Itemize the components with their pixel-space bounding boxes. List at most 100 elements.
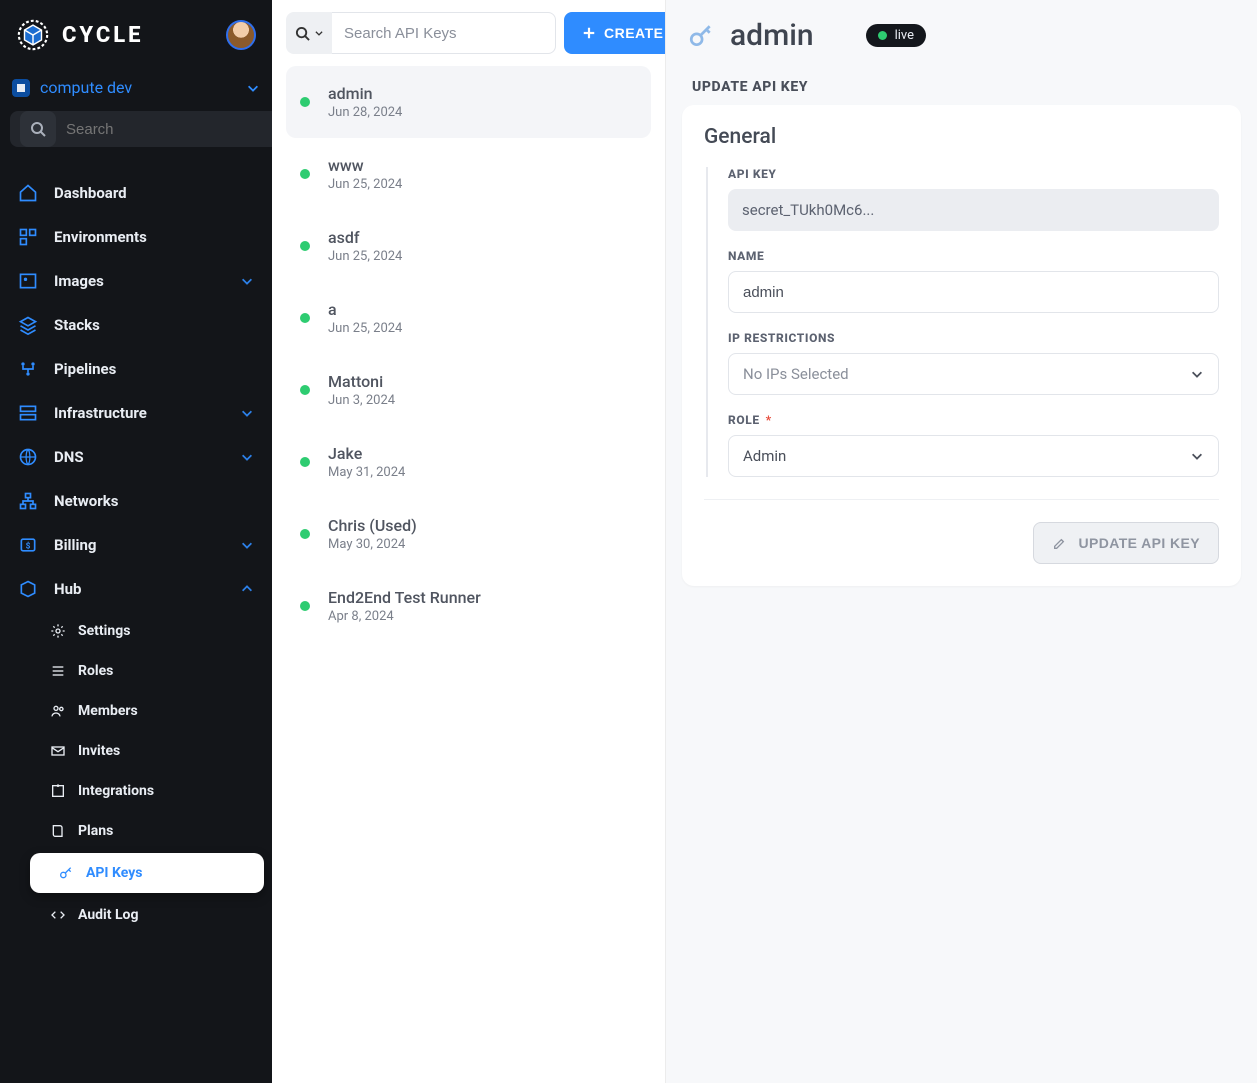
status-dot-icon	[300, 529, 310, 539]
detail-title: admin	[730, 18, 814, 53]
sub-integrations[interactable]: Integrations	[22, 771, 272, 811]
key-icon	[688, 23, 714, 49]
api-key-name: Jake	[328, 444, 405, 463]
sub-roles-label: Roles	[78, 663, 113, 679]
nav-stacks[interactable]: Stacks	[0, 303, 272, 347]
nav-stacks-label: Stacks	[54, 316, 254, 334]
api-key-row[interactable]: adminJun 28, 2024	[286, 66, 651, 138]
api-key-name: a	[328, 300, 402, 319]
user-avatar[interactable]	[226, 20, 256, 50]
api-key-row[interactable]: a Jun 25, 2024	[286, 282, 651, 354]
nav-dashboard[interactable]: Dashboard	[0, 171, 272, 215]
label-api-key: API KEY	[728, 167, 1219, 181]
nav-dns-label: DNS	[54, 448, 224, 466]
field-api-key: API KEY secret_TUkh0Mc6...	[728, 167, 1219, 231]
create-button[interactable]: CREATE	[564, 12, 666, 54]
status-dot-icon	[300, 241, 310, 251]
server-icon	[18, 403, 38, 423]
nav-infrastructure[interactable]: Infrastructure	[0, 391, 272, 435]
status-dot-icon	[300, 97, 310, 107]
list-search-input[interactable]	[332, 12, 556, 54]
hub-selector-left: compute dev	[12, 78, 132, 97]
sub-audit-log-label: Audit Log	[78, 907, 138, 923]
api-key-row[interactable]: asdf Jun 25, 2024	[286, 210, 651, 282]
nav-billing[interactable]: $ Billing	[0, 523, 272, 567]
detail-header: admin live	[666, 0, 1257, 59]
api-key-value[interactable]: secret_TUkh0Mc6...	[728, 189, 1219, 231]
update-button[interactable]: UPDATE API KEY	[1033, 522, 1219, 564]
chevron-down-icon	[1190, 449, 1204, 463]
nav-images-label: Images	[54, 272, 224, 290]
sub-invites-label: Invites	[78, 743, 120, 759]
nav-environments[interactable]: Environments	[0, 215, 272, 259]
api-key-row[interactable]: End2End Test Runner Apr 8, 2024	[286, 570, 651, 642]
api-key-row[interactable]: Chris (Used)May 30, 2024	[286, 498, 651, 570]
general-heading: General	[704, 125, 1219, 149]
status-dot-icon	[300, 457, 310, 467]
api-key-texts: Chris (Used)May 30, 2024	[328, 516, 417, 552]
main-nav: Dashboard Environments Images Stacks Pip…	[0, 165, 272, 955]
api-key-name: End2End Test Runner	[328, 588, 481, 607]
filter-button[interactable]	[286, 12, 332, 54]
nav-images[interactable]: Images	[0, 259, 272, 303]
detail-panel: admin live UPDATE API KEY General API KE…	[666, 0, 1257, 1083]
sub-settings[interactable]: Settings	[22, 611, 272, 651]
sub-api-keys-label: API Keys	[86, 865, 142, 881]
mail-icon	[50, 743, 66, 759]
field-name: NAME	[728, 249, 1219, 313]
sidebar-search-input[interactable]	[66, 121, 265, 138]
nav-networks[interactable]: Networks	[0, 479, 272, 523]
code-icon	[50, 907, 66, 923]
sub-invites[interactable]: Invites	[22, 731, 272, 771]
role-select[interactable]: Admin	[728, 435, 1219, 477]
hub-name: compute dev	[40, 78, 132, 97]
chevron-down-icon	[240, 274, 254, 288]
nav-hub[interactable]: Hub	[0, 567, 272, 611]
api-key-texts: MattoniJun 3, 2024	[328, 372, 395, 408]
card-footer: UPDATE API KEY	[704, 499, 1219, 564]
sidebar: CYCLE compute dev ⌘ + K Dashboard	[0, 0, 272, 1083]
status-dot-icon	[300, 601, 310, 611]
nav-billing-label: Billing	[54, 536, 224, 554]
api-key-name: Mattoni	[328, 372, 395, 391]
hub-subnav: Settings Roles Members Invites Integrati…	[0, 611, 272, 935]
chevron-down-icon	[240, 406, 254, 420]
sub-audit-log[interactable]: Audit Log	[22, 895, 272, 935]
ip-select[interactable]: No IPs Selected	[728, 353, 1219, 395]
general-card: General API KEY secret_TUkh0Mc6... NAME …	[682, 105, 1241, 586]
api-key-row[interactable]: JakeMay 31, 2024	[286, 426, 651, 498]
api-key-row[interactable]: MattoniJun 3, 2024	[286, 354, 651, 426]
api-key-date: Jun 25, 2024	[328, 321, 402, 336]
api-key-name: www	[328, 156, 402, 175]
label-role: ROLE *	[728, 413, 1219, 427]
sub-roles[interactable]: Roles	[22, 651, 272, 691]
create-button-label: CREATE	[604, 25, 664, 41]
cube-icon	[18, 579, 38, 599]
api-key-row[interactable]: wwwJun 25, 2024	[286, 138, 651, 210]
api-key-date: Apr 8, 2024	[328, 609, 481, 624]
nav-dashboard-label: Dashboard	[54, 184, 254, 202]
status-dot-icon	[878, 31, 887, 40]
nav-dns[interactable]: DNS	[0, 435, 272, 479]
ip-select-value: No IPs Selected	[743, 365, 849, 383]
api-key-date: Jun 25, 2024	[328, 249, 402, 264]
nav-pipelines[interactable]: Pipelines	[0, 347, 272, 391]
api-key-texts: wwwJun 25, 2024	[328, 156, 402, 192]
name-input[interactable]	[728, 271, 1219, 313]
status-dot-icon	[300, 385, 310, 395]
chevron-down-icon	[1190, 367, 1204, 381]
chevron-down-icon	[246, 81, 260, 95]
nav-hub-label: Hub	[54, 580, 224, 598]
api-key-name: asdf	[328, 228, 402, 247]
status-dot-icon	[300, 169, 310, 179]
hub-selector[interactable]: compute dev	[12, 78, 260, 97]
sub-api-keys[interactable]: API Keys	[30, 853, 264, 893]
sub-members[interactable]: Members	[22, 691, 272, 731]
required-indicator: *	[766, 413, 772, 427]
nav-networks-label: Networks	[54, 492, 254, 510]
brand-left: CYCLE	[16, 18, 144, 52]
api-key-texts: End2End Test Runner Apr 8, 2024	[328, 588, 481, 624]
api-key-name: Chris (Used)	[328, 516, 417, 535]
sub-plans[interactable]: Plans	[22, 811, 272, 851]
sidebar-search[interactable]: ⌘ + K	[10, 111, 272, 147]
